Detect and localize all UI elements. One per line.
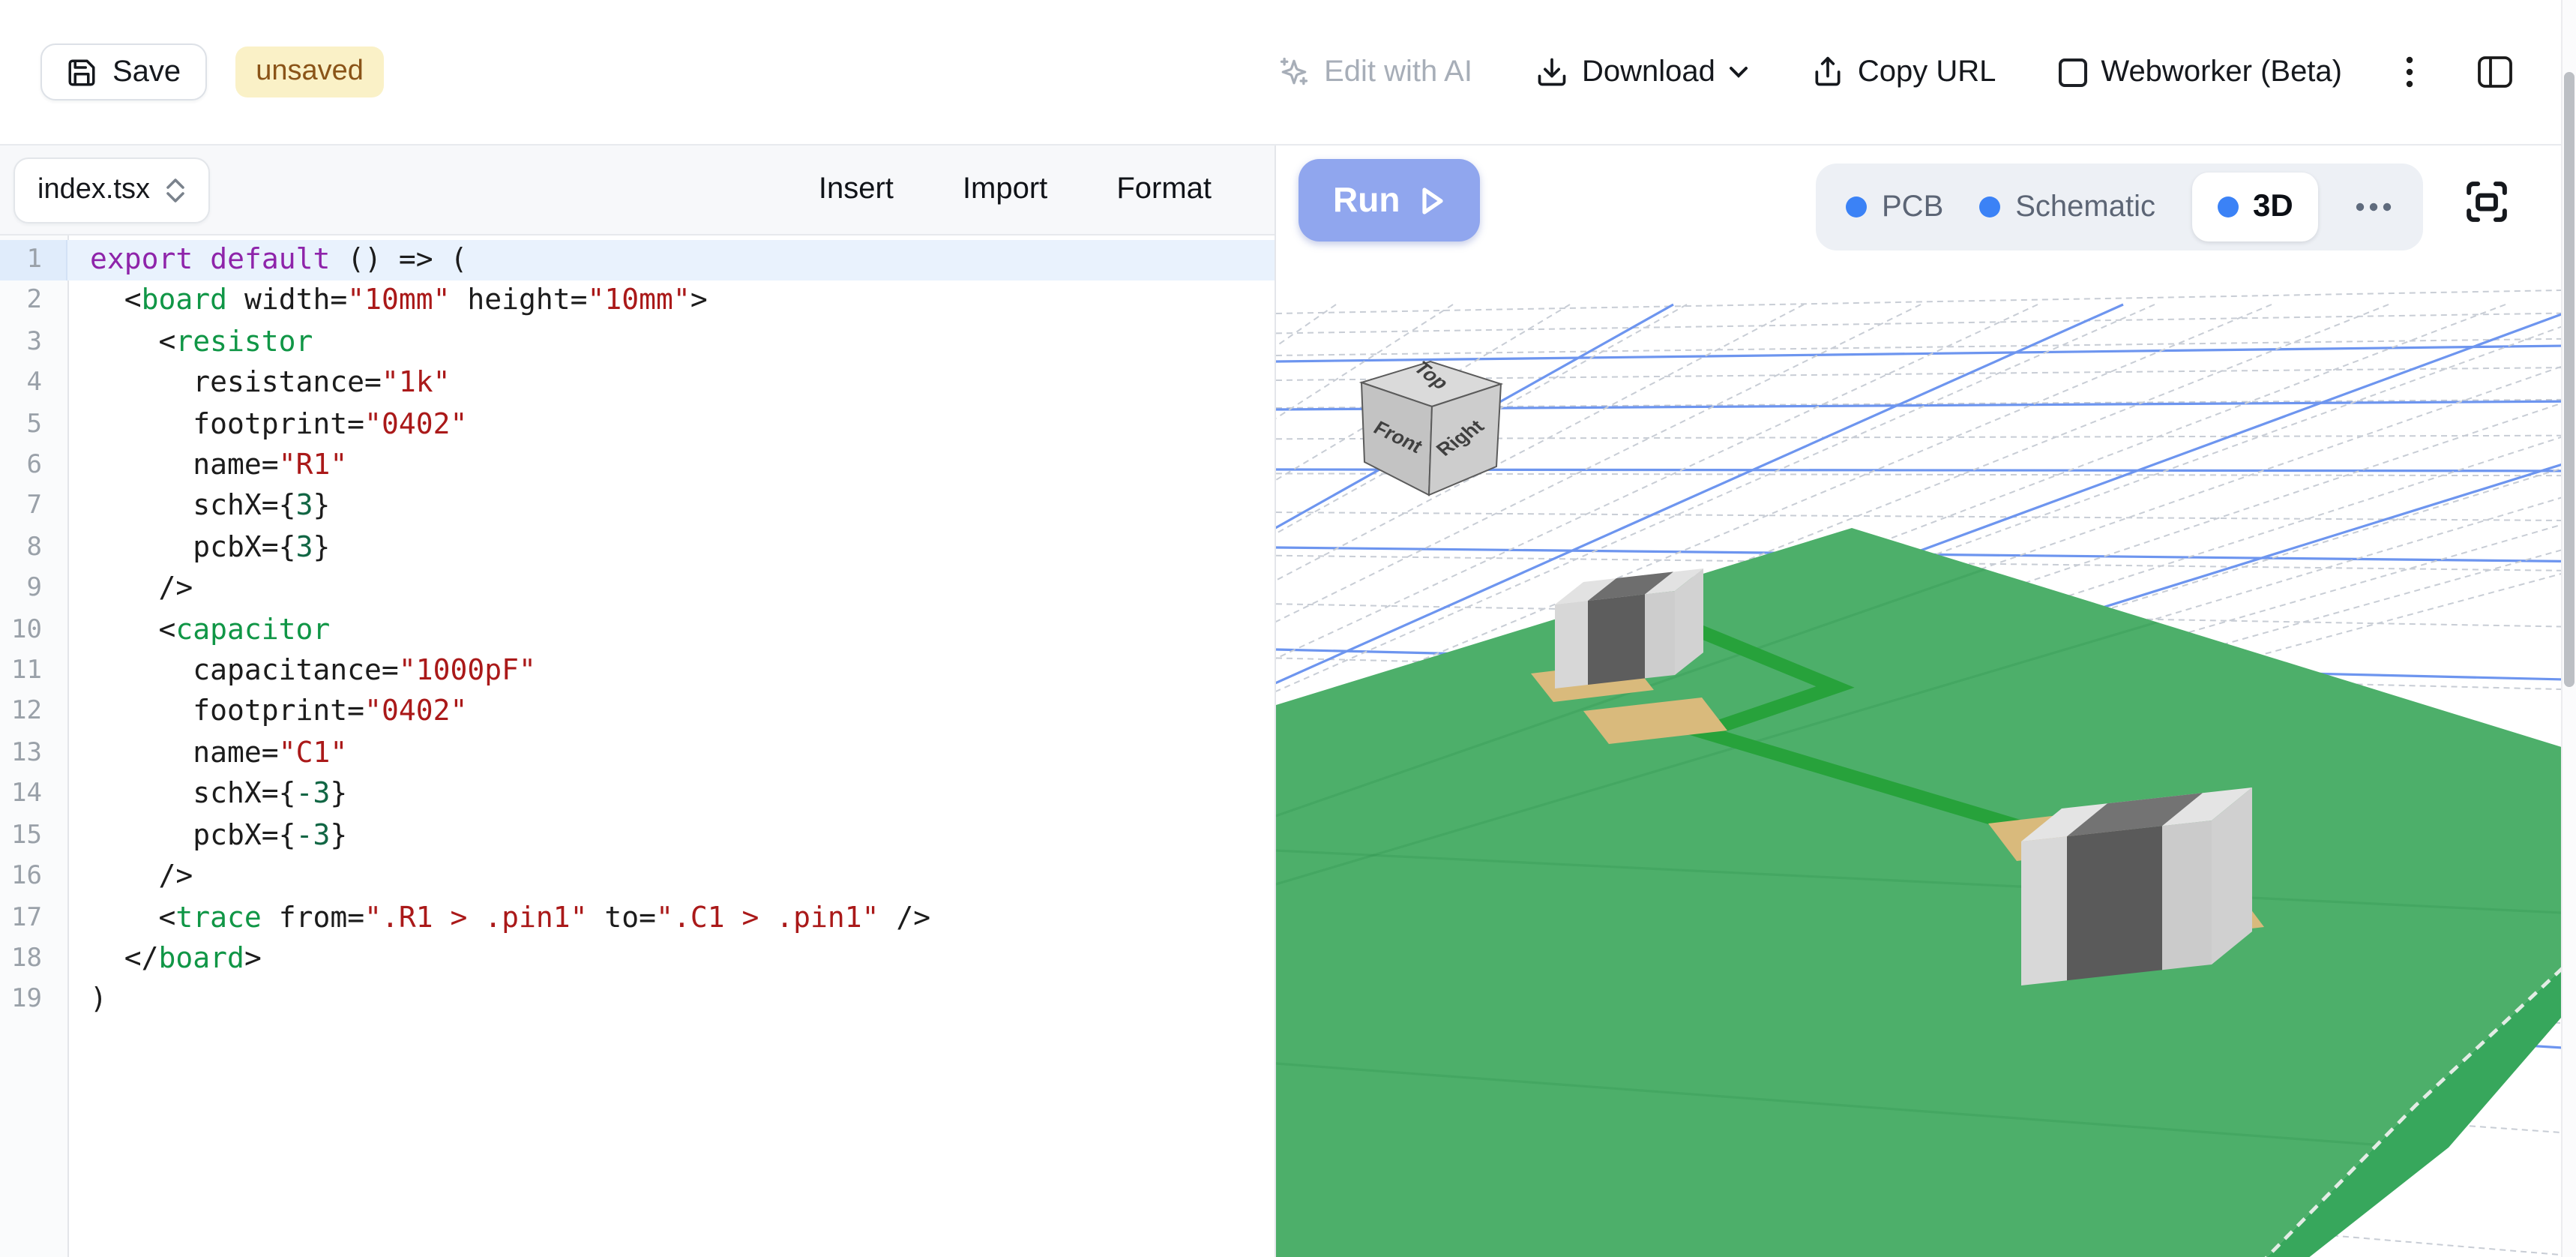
code-line-6[interactable]: 6 name="R1": [0, 446, 1275, 487]
line-number: 1: [0, 240, 67, 281]
tab-3d-label: 3D: [2253, 189, 2293, 225]
insert-button[interactable]: Insert: [819, 172, 894, 207]
code-line-7[interactable]: 7 schX={3}: [0, 487, 1275, 528]
3d-dot-icon: [2217, 196, 2238, 218]
scrollbar[interactable]: [2561, 0, 2576, 1257]
tab-schematic-label: Schematic: [2015, 190, 2155, 224]
tab-3d[interactable]: 3D: [2191, 172, 2319, 242]
webworker-label: Webworker (Beta): [2101, 55, 2342, 89]
download-icon: [1535, 56, 1568, 88]
line-number: 7: [0, 487, 67, 528]
fit-view-button[interactable]: [2464, 178, 2510, 230]
webworker-toggle[interactable]: Webworker (Beta): [2059, 55, 2342, 89]
code-line-11[interactable]: 11 capacitance="1000pF": [0, 651, 1275, 692]
play-icon: [1419, 185, 1445, 215]
chevrons-up-down-icon: [165, 176, 186, 203]
line-number: 4: [0, 363, 67, 404]
app-window: Save unsaved Edit with AI Do: [0, 0, 2576, 1257]
tab-pcb-label: PCB: [1882, 190, 1943, 224]
line-number: 6: [0, 446, 67, 487]
3d-canvas[interactable]: Top Front Right: [1276, 146, 2576, 1257]
line-number: 2: [0, 281, 67, 322]
line-number: 14: [0, 775, 67, 816]
topbar: Save unsaved Edit with AI Do: [0, 0, 2576, 146]
line-number: 16: [0, 856, 67, 898]
scan-fullscreen-icon: [2464, 178, 2510, 225]
line-number: 19: [0, 980, 67, 1022]
import-button[interactable]: Import: [963, 172, 1047, 207]
topbar-actions: Edit with AI Download: [1278, 54, 2513, 90]
ellipsis-icon: [2355, 201, 2394, 213]
code-line-9[interactable]: 9 />: [0, 569, 1275, 610]
code-line-14[interactable]: 14 schX={-3}: [0, 775, 1275, 816]
tabs-more-button[interactable]: [2355, 201, 2394, 213]
unsaved-status-badge: unsaved: [235, 46, 385, 98]
copy-url-label: Copy URL: [1858, 55, 1996, 89]
scrollbar-thumb[interactable]: [2564, 72, 2575, 687]
code-line-10[interactable]: 10 <capacitor: [0, 610, 1275, 651]
line-number: 3: [0, 322, 67, 364]
edit-with-ai-button[interactable]: Edit with AI: [1278, 55, 1472, 89]
code-line-3[interactable]: 3 <resistor: [0, 322, 1275, 364]
line-number: 11: [0, 651, 67, 692]
schematic-dot-icon: [1979, 196, 2000, 218]
line-number: 15: [0, 815, 67, 856]
tab-pcb[interactable]: PCB: [1846, 190, 1943, 224]
download-button[interactable]: Download: [1535, 55, 1748, 89]
sparkles-icon: [1278, 56, 1310, 88]
code-line-1[interactable]: 1export default () => (: [0, 240, 1275, 281]
share-icon: [1811, 56, 1844, 88]
line-number: 8: [0, 528, 67, 569]
code-line-15[interactable]: 15 pcbX={-3}: [0, 815, 1275, 856]
line-number: 9: [0, 569, 67, 610]
line-number: 12: [0, 692, 67, 734]
chevron-down-icon: [1729, 65, 1748, 79]
code-line-17[interactable]: 17 <trace from=".R1 > .pin1" to=".C1 > .…: [0, 898, 1275, 939]
file-name: index.tsx: [37, 173, 150, 206]
kebab-menu-button[interactable]: [2405, 54, 2414, 90]
edit-with-ai-label: Edit with AI: [1324, 55, 1472, 89]
code-line-4[interactable]: 4 resistance="1k": [0, 363, 1275, 404]
code-line-16[interactable]: 16 />: [0, 856, 1275, 898]
view-tabs: PCB Schematic 3D: [1816, 164, 2424, 250]
webworker-checkbox[interactable]: [2059, 58, 2087, 86]
editor-pane: index.tsx Insert Import Format 1export d…: [0, 146, 1276, 1257]
floppy-save-icon: [66, 56, 97, 88]
code-line-5[interactable]: 5 footprint="0402": [0, 404, 1275, 446]
line-number: 5: [0, 404, 67, 446]
line-number: 18: [0, 939, 67, 980]
tab-schematic[interactable]: Schematic: [1979, 190, 2155, 224]
editor-actions: Insert Import Format: [819, 172, 1212, 207]
format-button[interactable]: Format: [1116, 172, 1212, 207]
copy-url-button[interactable]: Copy URL: [1811, 55, 1996, 89]
save-label: Save: [112, 55, 181, 89]
download-label: Download: [1582, 55, 1715, 89]
viewer-pane: Top Front Right Run PCB: [1276, 146, 2576, 1257]
line-number: 13: [0, 734, 67, 775]
run-label: Run: [1333, 180, 1400, 220]
save-button[interactable]: Save: [40, 44, 206, 100]
kebab-menu-icon: [2405, 54, 2414, 90]
code-lines: 1export default () => (2 <board width="1…: [0, 240, 1275, 1021]
code-line-8[interactable]: 8 pcbX={3}: [0, 528, 1275, 569]
file-selector[interactable]: index.tsx: [13, 157, 210, 223]
panel-toggle-button[interactable]: [2477, 56, 2513, 88]
code-line-2[interactable]: 2 <board width="10mm" height="10mm">: [0, 281, 1275, 322]
sidebar-panel-icon: [2477, 56, 2513, 88]
editor-toolbar: index.tsx Insert Import Format: [0, 146, 1275, 236]
code-line-13[interactable]: 13 name="C1": [0, 734, 1275, 775]
code-editor[interactable]: 1export default () => (2 <board width="1…: [0, 236, 1275, 1257]
code-line-12[interactable]: 12 footprint="0402": [0, 692, 1275, 734]
code-line-18[interactable]: 18 </board>: [0, 939, 1275, 980]
code-line-19[interactable]: 19): [0, 980, 1275, 1022]
line-number: 10: [0, 610, 67, 651]
line-number: 17: [0, 898, 67, 939]
run-button[interactable]: Run: [1298, 159, 1479, 242]
pcb-dot-icon: [1846, 196, 1867, 218]
